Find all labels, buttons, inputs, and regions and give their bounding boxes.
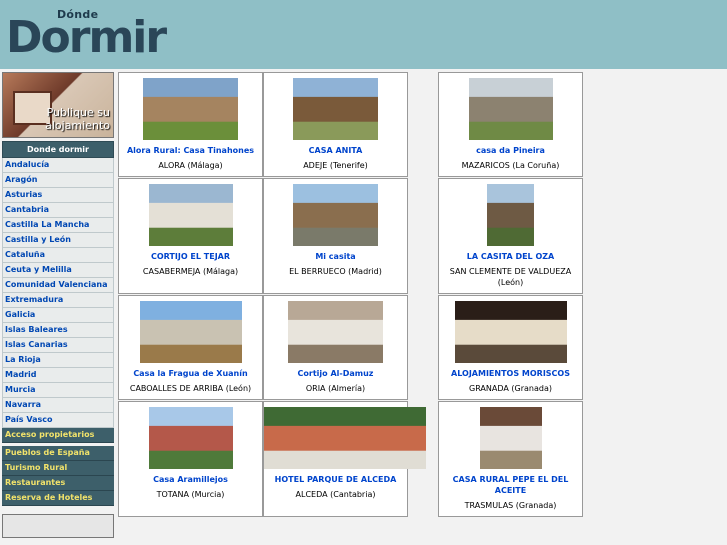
listing-photo[interactable] <box>143 78 238 140</box>
listing-location: CASABERMEJA (Málaga) <box>142 267 239 276</box>
listing-name[interactable]: ALOJAMIENTOS MORISCOS <box>439 368 582 379</box>
region-link[interactable]: Asturias <box>2 188 114 203</box>
listing-card[interactable]: Casa Aramillejos TOTANA (Murcia) <box>118 401 263 517</box>
listing-location: GRANADA (Granada) <box>469 384 552 393</box>
listing-location: ADEJE (Tenerife) <box>303 161 368 170</box>
listing-card[interactable]: Cortijo Al-Damuz ORIA (Almería) <box>263 295 408 400</box>
listing-photo[interactable] <box>487 184 534 246</box>
extra-link[interactable]: Turismo Rural <box>2 461 114 476</box>
listing-location: EL BERRUECO (Madrid) <box>289 267 382 276</box>
region-link[interactable]: Castilla La Mancha <box>2 218 114 233</box>
listing-name[interactable]: LA CASITA DEL OZA <box>439 251 582 262</box>
publish-promo-banner[interactable]: Publique su alojamiento <box>2 72 114 138</box>
listing-name[interactable]: CORTIJO EL TEJAR <box>119 251 262 262</box>
region-link[interactable]: País Vasco <box>2 413 114 428</box>
listing-location: TOTANA (Murcia) <box>156 490 225 499</box>
region-link[interactable]: Galicia <box>2 308 114 323</box>
region-link[interactable]: Comunidad Valenciana <box>2 278 114 293</box>
region-link[interactable]: Extremadura <box>2 293 114 308</box>
sidebar: Publique su alojamiento Donde dormir And… <box>2 72 114 538</box>
listing-photo[interactable] <box>468 78 553 140</box>
site-logo[interactable]: Dormir <box>6 14 167 62</box>
listing-name[interactable]: CASA RURAL PEPE EL DEL ACEITE <box>439 474 582 496</box>
nav-title: Donde dormir <box>2 141 114 158</box>
listing-card[interactable]: Mi casita EL BERRUECO (Madrid) <box>263 178 408 294</box>
listing-card[interactable]: Alora Rural: Casa Tinahones ALORA (Málag… <box>118 72 263 177</box>
listing-name[interactable]: Mi casita <box>264 251 407 262</box>
region-link[interactable]: La Rioja <box>2 353 114 368</box>
listing-photo[interactable] <box>293 184 378 246</box>
listing-photo[interactable] <box>293 78 378 140</box>
region-link[interactable]: Castilla y León <box>2 233 114 248</box>
listing-card[interactable]: LA CASITA DEL OZA SAN CLEMENTE DE VALDUE… <box>438 178 583 294</box>
listing-photo[interactable] <box>148 184 233 246</box>
listing-location: SAN CLEMENTE DE VALDUEZA (León) <box>449 267 572 287</box>
region-link[interactable]: Islas Baleares <box>2 323 114 338</box>
listing-location: MAZARICOS (La Coruña) <box>461 161 560 170</box>
listing-card[interactable]: CASA ANITA ADEJE (Tenerife) <box>263 72 408 177</box>
region-link[interactable]: Madrid <box>2 368 114 383</box>
listing-name[interactable]: Alora Rural: Casa Tinahones <box>119 145 262 156</box>
listing-card[interactable]: Casa la Fragua de Xuanín CABOALLES DE AR… <box>118 295 263 400</box>
extra-link[interactable]: Pueblos de España <box>2 446 114 461</box>
owner-access-link[interactable]: Acceso propietarios <box>2 428 114 443</box>
listing-card[interactable]: casa da Pineira MAZARICOS (La Coruña) <box>438 72 583 177</box>
listing-card[interactable]: ALOJAMIENTOS MORISCOS GRANADA (Granada) <box>438 295 583 400</box>
promo-text: Publique su alojamiento <box>45 106 110 132</box>
listing-location: TRASMULAS (Granada) <box>464 501 557 510</box>
extra-link[interactable]: Restaurantes <box>2 476 114 491</box>
extra-link[interactable]: Reserva de Hoteles <box>2 491 114 506</box>
region-link[interactable]: Islas Canarias <box>2 338 114 353</box>
listing-name[interactable]: CASA ANITA <box>264 145 407 156</box>
listing-location: ORIA (Almería) <box>305 384 366 393</box>
region-link[interactable]: Ceuta y Melilla <box>2 263 114 278</box>
region-link[interactable]: Andalucía <box>2 158 114 173</box>
listing-photo[interactable] <box>288 301 383 363</box>
listing-photo[interactable] <box>264 407 426 469</box>
listing-location: ALCEDA (Cantabria) <box>295 490 376 499</box>
region-link[interactable]: Cantabria <box>2 203 114 218</box>
listing-photo[interactable] <box>139 301 242 363</box>
listing-card[interactable]: HOTEL PARQUE DE ALCEDA ALCEDA (Cantabria… <box>263 401 426 517</box>
listing-photo[interactable] <box>479 407 542 469</box>
listing-photo[interactable] <box>148 407 233 469</box>
region-link[interactable]: Cataluña <box>2 248 114 263</box>
listing-name[interactable]: Casa la Fragua de Xuanín <box>119 368 262 379</box>
listing-photo[interactable] <box>454 301 567 363</box>
listing-name[interactable]: Casa Aramillejos <box>119 474 262 485</box>
listing-name[interactable]: Cortijo Al-Damuz <box>264 368 407 379</box>
bottom-banner[interactable] <box>2 514 114 538</box>
listing-card[interactable]: CASA RURAL PEPE EL DEL ACEITE TRASMULAS … <box>438 401 583 517</box>
region-list: Andalucía Aragón Asturias Cantabria Cast… <box>2 158 114 428</box>
listing-location: ALORA (Málaga) <box>158 161 223 170</box>
listing-card[interactable]: CORTIJO EL TEJAR CASABERMEJA (Málaga) <box>118 178 263 294</box>
listing-location: CABOALLES DE ARRIBA (León) <box>129 384 252 393</box>
listing-name[interactable]: HOTEL PARQUE DE ALCEDA <box>264 474 407 485</box>
region-link[interactable]: Navarra <box>2 398 114 413</box>
listing-name[interactable]: casa da Pineira <box>439 145 582 156</box>
site-header: Dónde Dormir <box>0 0 727 69</box>
region-link[interactable]: Aragón <box>2 173 114 188</box>
region-link[interactable]: Murcia <box>2 383 114 398</box>
